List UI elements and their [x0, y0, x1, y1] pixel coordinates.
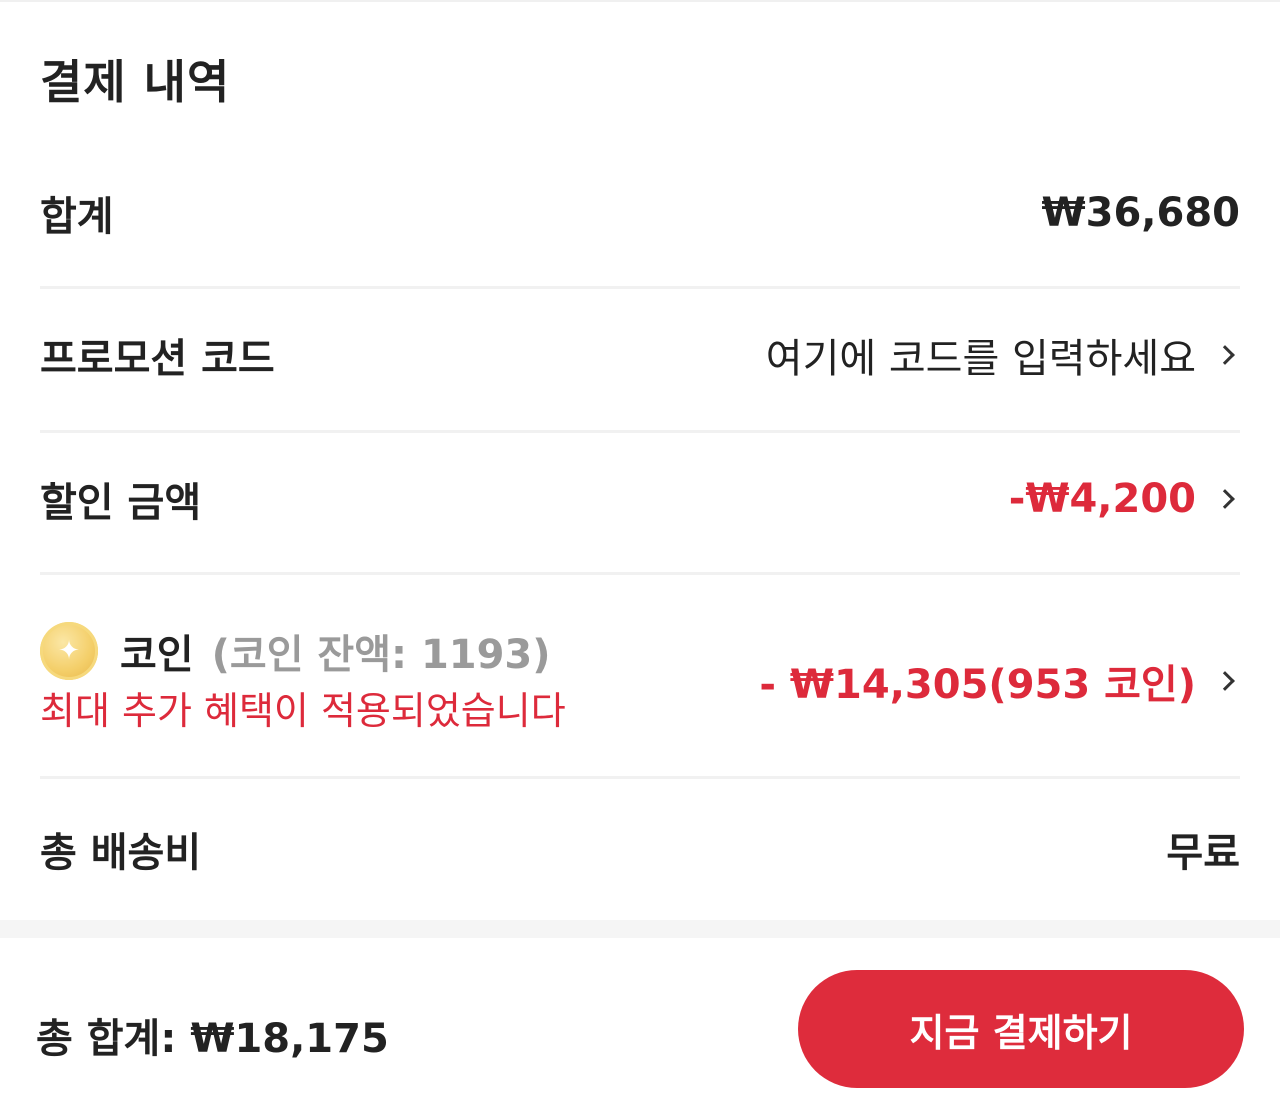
payment-summary-card: 결제 내역 합계 ₩36,680 프로모션 코드 여기에 코드를 입력하세요 할… [0, 0, 1280, 920]
grand-total: 총 합계: ₩18,175 [36, 1006, 389, 1064]
shipping-label: 총 배송비 [40, 830, 202, 876]
discount-value[interactable]: -₩4,200 [1009, 476, 1240, 522]
chevron-right-icon [1215, 671, 1235, 691]
pay-now-button[interactable]: 지금 결제하기 [798, 970, 1244, 1088]
coin-label: 코인 [120, 632, 194, 678]
coin-benefit-note: 최대 추가 혜택이 적용되었습니다 [40, 689, 566, 733]
chevron-right-icon [1215, 489, 1235, 509]
promo-code-label: 프로모션 코드 [40, 336, 275, 382]
promo-code-placeholder: 여기에 코드를 입력하세요 [765, 336, 1196, 382]
divider [40, 430, 1240, 433]
page-title: 결제 내역 [40, 55, 231, 109]
subtotal-row: 합계 ₩36,680 [40, 184, 1240, 242]
coin-balance: (코인 잔액: 1193) [211, 632, 551, 678]
divider [40, 572, 1240, 575]
discount-label: 할인 금액 [40, 480, 202, 526]
discount-row[interactable]: 할인 금액 -₩4,200 [40, 470, 1240, 528]
divider [40, 286, 1240, 289]
discount-amount: -₩4,200 [1008, 476, 1196, 522]
coin-header: ✦ 코인 (코인 잔액: 1193) [40, 622, 551, 680]
divider [40, 776, 1240, 779]
chevron-right-icon [1215, 345, 1235, 365]
shipping-row: 총 배송비 무료 [40, 820, 1240, 878]
subtotal-label: 합계 [40, 194, 114, 240]
promo-code-input[interactable]: 여기에 코드를 입력하세요 [766, 326, 1240, 384]
coin-amount: - ₩14,305(953 코인) [759, 662, 1196, 708]
grand-total-amount: ₩18,175 [190, 1016, 389, 1062]
coin-row[interactable]: ✦ 코인 (코인 잔액: 1193) 최대 추가 혜택이 적용되었습니다 - ₩… [40, 614, 1240, 734]
coin-value[interactable]: - ₩14,305(953 코인) [759, 652, 1240, 710]
subtotal-value: ₩36,680 [1041, 190, 1240, 236]
grand-total-label: 총 합계: [36, 1016, 177, 1062]
promo-code-row[interactable]: 프로모션 코드 여기에 코드를 입력하세요 [40, 326, 1240, 384]
section-gap [0, 920, 1280, 938]
checkout-footer: 총 합계: ₩18,175 지금 결제하기 [0, 938, 1280, 1109]
coin-icon: ✦ [40, 622, 98, 680]
shipping-value: 무료 [1166, 830, 1240, 876]
